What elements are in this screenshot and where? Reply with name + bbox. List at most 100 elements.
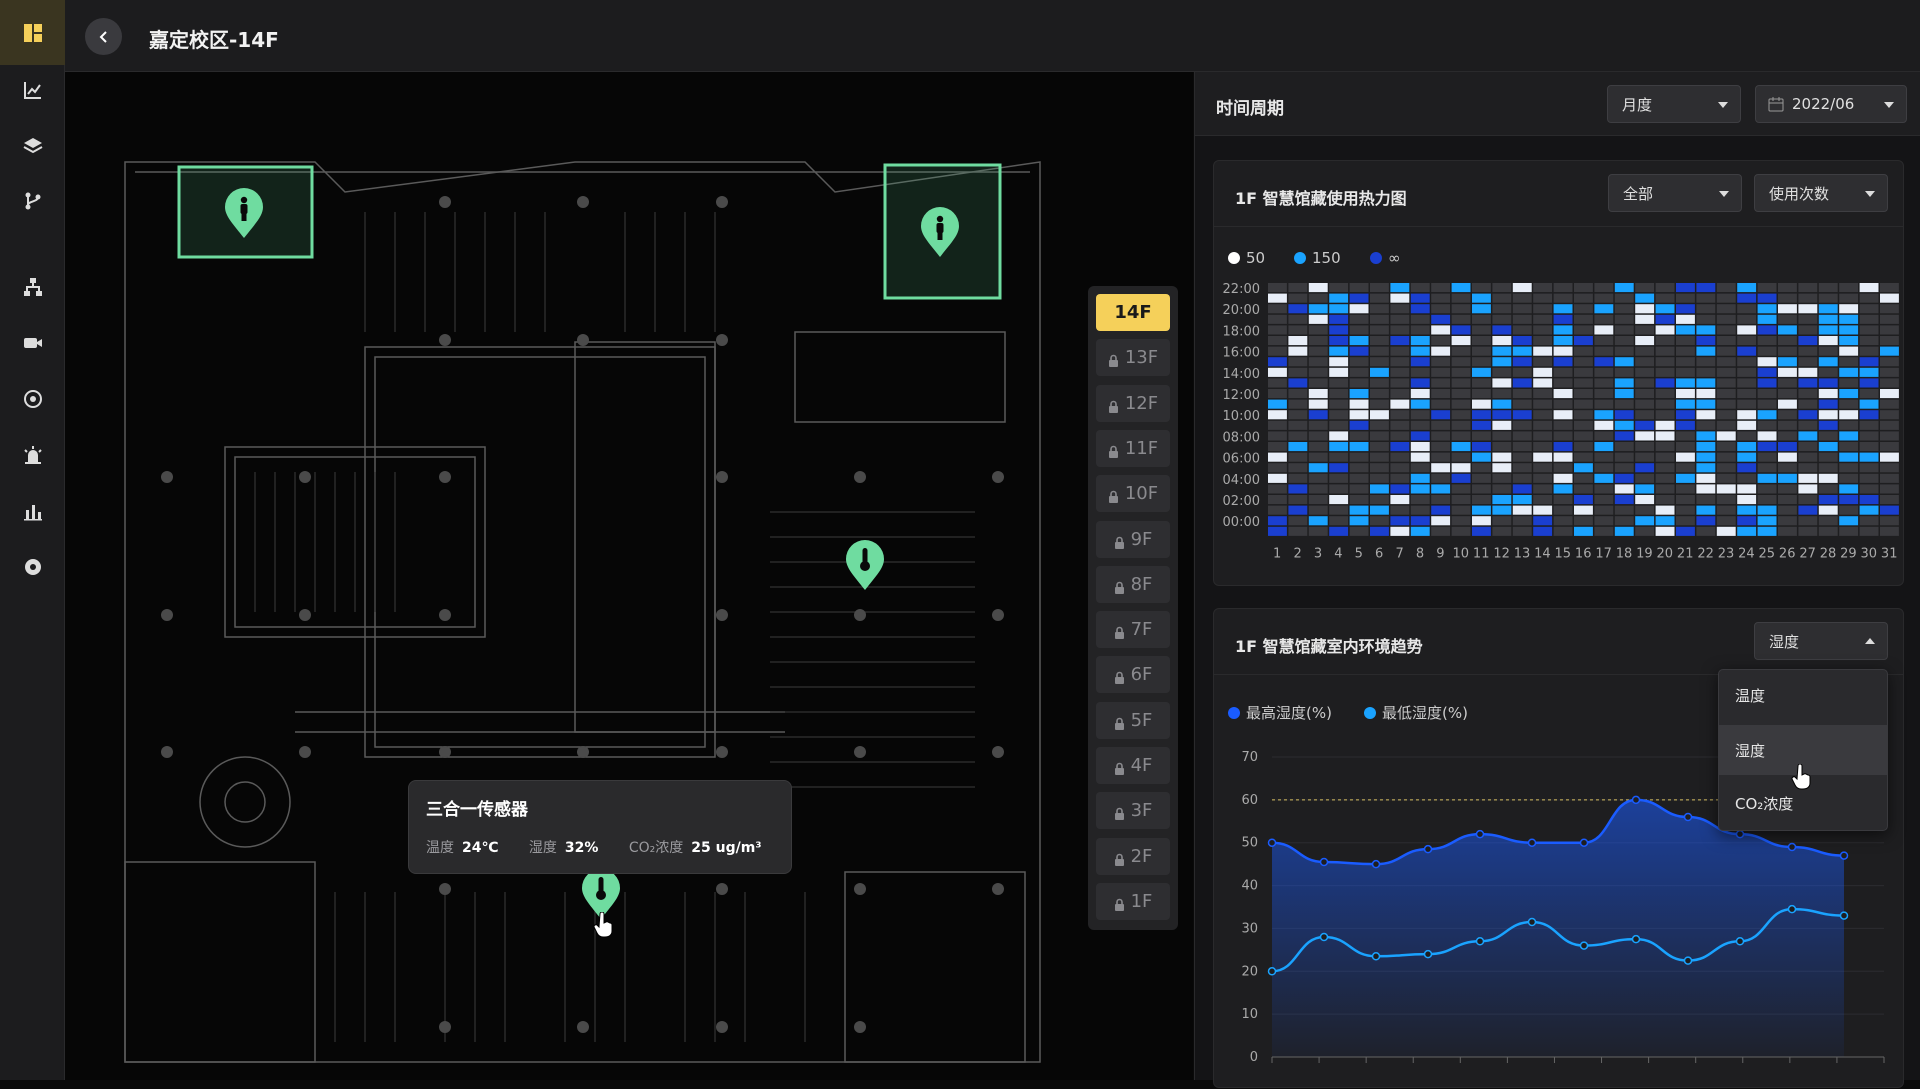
heatmap-cell[interactable]	[1410, 431, 1430, 441]
heatmap-cell[interactable]	[1614, 410, 1634, 420]
heatmap-cell[interactable]	[1492, 325, 1512, 335]
heatmap-cell[interactable]	[1288, 304, 1308, 314]
heatmap-cell[interactable]	[1451, 452, 1471, 462]
heatmap-cell[interactable]	[1308, 484, 1328, 494]
heatmap-cell[interactable]	[1778, 336, 1797, 346]
heatmap-cell[interactable]	[1492, 293, 1512, 303]
heatmap-cell[interactable]	[1614, 495, 1634, 505]
heatmap-cell[interactable]	[1349, 526, 1369, 536]
heatmap-cell[interactable]	[1696, 367, 1716, 377]
heatmap-cell[interactable]	[1370, 516, 1389, 526]
floor-button-5f[interactable]: 5F	[1096, 701, 1170, 739]
heatmap-cell[interactable]	[1635, 495, 1655, 505]
heatmap-cell[interactable]	[1553, 304, 1573, 314]
settings-icon[interactable]	[0, 545, 65, 589]
heatmap-cell[interactable]	[1696, 410, 1716, 420]
data-point[interactable]	[1839, 851, 1849, 860]
heatmap-cell[interactable]	[1839, 367, 1859, 377]
heatmap-cell[interactable]	[1349, 442, 1369, 452]
heatmap-cell[interactable]	[1533, 378, 1553, 388]
heatmap-cell[interactable]	[1757, 367, 1777, 377]
heatmap-cell[interactable]	[1716, 346, 1736, 356]
heatmap-cell[interactable]	[1553, 431, 1573, 441]
heatmap-cell[interactable]	[1655, 357, 1675, 367]
heatmap-cell[interactable]	[1716, 357, 1736, 367]
heatmap-cell[interactable]	[1288, 516, 1308, 526]
heatmap-cell[interactable]	[1431, 420, 1451, 430]
heatmap-cell[interactable]	[1839, 484, 1859, 494]
heatmap-cell[interactable]	[1574, 325, 1593, 335]
heatmap-cell[interactable]	[1655, 473, 1675, 483]
heatmap-cell[interactable]	[1859, 399, 1879, 409]
heatmap-cell[interactable]	[1512, 399, 1532, 409]
heatmap-cell[interactable]	[1492, 283, 1512, 293]
heatmap-cell[interactable]	[1757, 389, 1777, 399]
heatmap-cell[interactable]	[1839, 495, 1859, 505]
heatmap-cell[interactable]	[1308, 389, 1328, 399]
heatmap-cell[interactable]	[1880, 516, 1899, 526]
heatmap-cell[interactable]	[1676, 495, 1695, 505]
heatmap-cell[interactable]	[1268, 452, 1287, 462]
heatmap-cell[interactable]	[1655, 463, 1675, 473]
heatmap-cell[interactable]	[1655, 389, 1675, 399]
heatmap-cell[interactable]	[1594, 516, 1614, 526]
heatmap-cell[interactable]	[1451, 484, 1471, 494]
heatmap-cell[interactable]	[1778, 399, 1797, 409]
heatmap-cell[interactable]	[1798, 346, 1818, 356]
heatmap-cell[interactable]	[1410, 283, 1430, 293]
heatmap-cell[interactable]	[1472, 399, 1491, 409]
heatmap-cell[interactable]	[1696, 463, 1716, 473]
heatmap-cell[interactable]	[1370, 463, 1389, 473]
heatmap-cell[interactable]	[1594, 473, 1614, 483]
heatmap-cell[interactable]	[1268, 399, 1287, 409]
heatmap-cell[interactable]	[1574, 526, 1593, 536]
heatmap-cell[interactable]	[1390, 442, 1410, 452]
heatmap-cell[interactable]	[1574, 314, 1593, 324]
data-point[interactable]	[1683, 956, 1693, 965]
heatmap-cell[interactable]	[1798, 293, 1818, 303]
heatmap-cell[interactable]	[1308, 505, 1328, 515]
heatmap-cell[interactable]	[1859, 526, 1879, 536]
heatmap-cell[interactable]	[1451, 389, 1471, 399]
heatmap-cell[interactable]	[1370, 304, 1389, 314]
heatmap-cell[interactable]	[1635, 431, 1655, 441]
heatmap-cell[interactable]	[1451, 516, 1471, 526]
heatmap-cell[interactable]	[1696, 420, 1716, 430]
heatmap-cell[interactable]	[1737, 293, 1757, 303]
heatmap-cell[interactable]	[1533, 420, 1553, 430]
heatmap-cell[interactable]	[1839, 420, 1859, 430]
heatmap-cell[interactable]	[1574, 473, 1593, 483]
heatmap-cell[interactable]	[1778, 283, 1797, 293]
heatmap-cell[interactable]	[1533, 346, 1553, 356]
heatmap-cell[interactable]	[1574, 367, 1593, 377]
heatmap-cell[interactable]	[1390, 325, 1410, 335]
heatmap-cell[interactable]	[1655, 346, 1675, 356]
heatmap-cell[interactable]	[1880, 431, 1899, 441]
heatmap-cell[interactable]	[1288, 420, 1308, 430]
heatmap-cell[interactable]	[1614, 325, 1634, 335]
heatmap-cell[interactable]	[1308, 473, 1328, 483]
heatmap-cell[interactable]	[1635, 399, 1655, 409]
heatmap-cell[interactable]	[1818, 505, 1838, 515]
heatmap-cell[interactable]	[1390, 314, 1410, 324]
heatmap-cell[interactable]	[1778, 473, 1797, 483]
heatmap-cell[interactable]	[1757, 463, 1777, 473]
heatmap-cell[interactable]	[1778, 452, 1797, 462]
heatmap-cell[interactable]	[1390, 516, 1410, 526]
heatmap-cell[interactable]	[1268, 389, 1287, 399]
heatmap-cell[interactable]	[1472, 367, 1491, 377]
heatmap-cell[interactable]	[1594, 526, 1614, 536]
heatmap-cell[interactable]	[1859, 325, 1879, 335]
heatmap-cell[interactable]	[1655, 367, 1675, 377]
heatmap-cell[interactable]	[1329, 463, 1349, 473]
heatmap-cell[interactable]	[1574, 431, 1593, 441]
heatmap-cell[interactable]	[1818, 431, 1838, 441]
heatmap-cell[interactable]	[1349, 367, 1369, 377]
data-point[interactable]	[1787, 842, 1797, 852]
heatmap-cell[interactable]	[1757, 505, 1777, 515]
heatmap-cell[interactable]	[1859, 304, 1879, 314]
heatmap-cell[interactable]	[1716, 325, 1736, 335]
heatmap-cell[interactable]	[1655, 526, 1675, 536]
heatmap-cell[interactable]	[1512, 431, 1532, 441]
heatmap-cell[interactable]	[1329, 367, 1349, 377]
